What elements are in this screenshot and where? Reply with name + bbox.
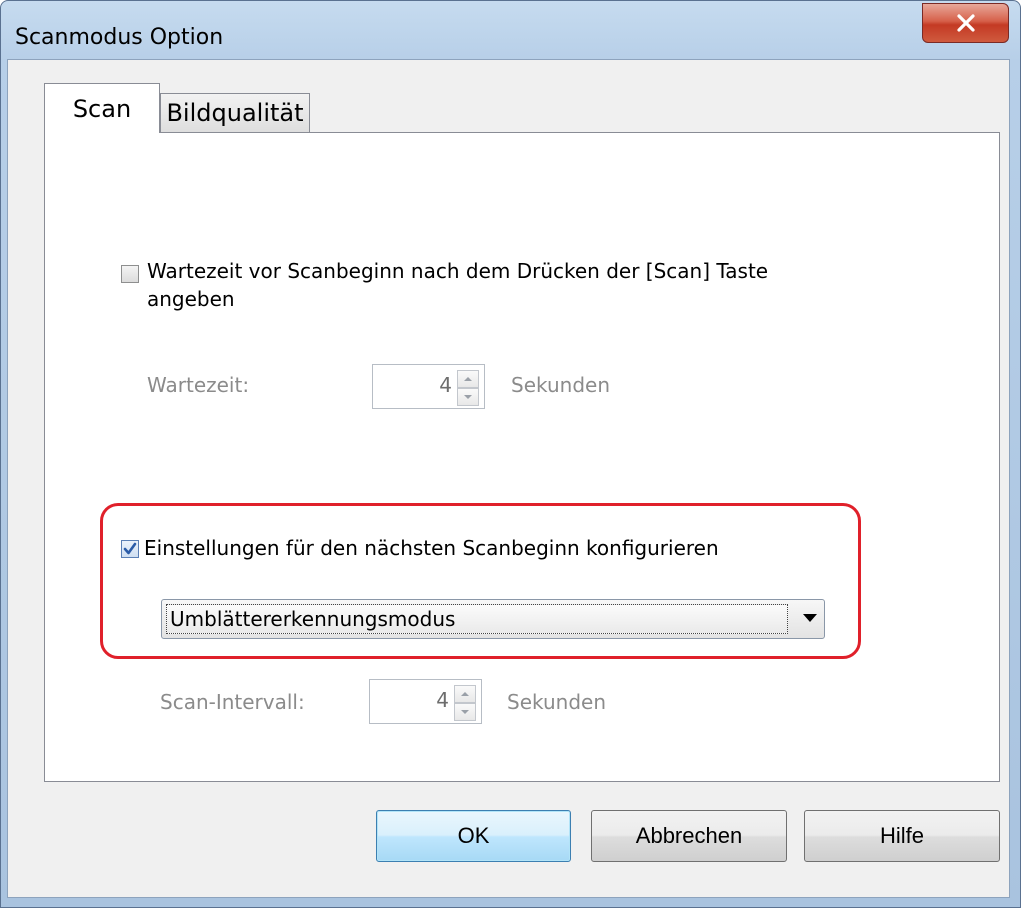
wait-time-checkbox-label-line2: angeben (147, 287, 235, 311)
window-title: Scanmodus Option (15, 25, 224, 50)
close-icon (956, 14, 975, 32)
arrow-down-icon (461, 710, 469, 714)
wait-time-down-button[interactable] (457, 388, 479, 406)
wait-time-up-button[interactable] (457, 370, 479, 388)
tab-bildqualitaet[interactable]: Bildqualität (160, 93, 310, 133)
highlight-frame (100, 503, 861, 659)
tab-bildqualitaet-label: Bildqualität (166, 99, 304, 127)
wait-time-unit: Sekunden (511, 373, 610, 397)
scan-interval-label: Scan-Intervall: (160, 690, 305, 714)
scan-interval-unit: Sekunden (507, 690, 606, 714)
ok-button[interactable]: OK (376, 810, 571, 862)
close-button[interactable] (922, 3, 1009, 43)
arrow-up-icon (461, 692, 469, 696)
scan-interval-up-button[interactable] (454, 685, 476, 703)
tab-panel-scan: Wartezeit vor Scanbeginn nach dem Drücke… (44, 132, 1000, 782)
scan-interval-value: 4 (436, 688, 449, 712)
cancel-button[interactable]: Abbrechen (591, 810, 787, 862)
tab-scan[interactable]: Scan (44, 83, 160, 133)
wait-time-value: 4 (439, 373, 452, 397)
ok-button-label: OK (457, 823, 490, 848)
wait-time-checkbox-label-line1: Wartezeit vor Scanbeginn nach dem Drücke… (147, 259, 769, 283)
arrow-down-icon (464, 395, 472, 399)
help-button[interactable]: Hilfe (804, 810, 1000, 862)
wait-time-stepper[interactable]: 4 (372, 364, 485, 409)
wait-time-checkbox[interactable] (121, 265, 139, 283)
wait-time-label: Wartezeit: (147, 373, 250, 397)
tab-scan-label: Scan (72, 94, 132, 123)
scan-interval-down-button[interactable] (454, 703, 476, 721)
arrow-up-icon (464, 377, 472, 381)
cancel-button-label: Abbrechen (635, 823, 743, 848)
dialog-window: Scanmodus Option Scan Bildqualität Warte… (0, 0, 1021, 908)
scan-interval-stepper[interactable]: 4 (369, 679, 482, 724)
help-button-label: Hilfe (879, 823, 924, 848)
dialog-content: Scan Bildqualität Wartezeit vor Scanbegi… (7, 59, 1010, 898)
